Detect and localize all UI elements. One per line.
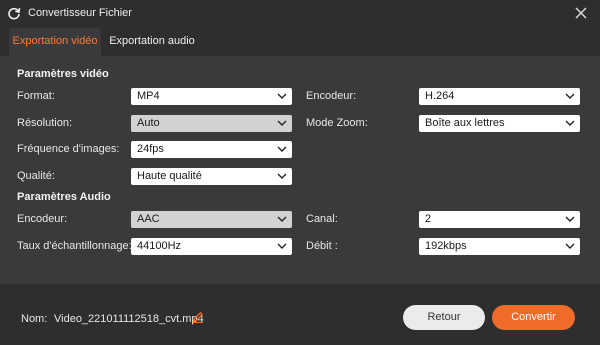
samplerate-value: 44100Hz — [137, 240, 182, 252]
file-name-label: Nom: — [21, 313, 48, 325]
audio-encoder-label: Encodeur: — [17, 213, 68, 225]
app-refresh-icon — [8, 7, 21, 20]
file-name: Video_221011112518_cvt.mp4 — [54, 313, 204, 325]
quality-select[interactable]: Haute qualité — [131, 168, 292, 185]
audio-encoder-select[interactable]: AAC — [131, 211, 292, 228]
chevron-down-icon — [277, 216, 287, 222]
zoom-mode-label: Mode Zoom: — [306, 117, 368, 129]
channel-select[interactable]: 2 — [419, 211, 580, 228]
footer-bar: Nom: Video_221011112518_cvt.mp4 Retour C… — [0, 284, 600, 345]
resolution-label: Résolution: — [17, 117, 73, 129]
converter-window: Convertisseur Fichier Exportation vidéo … — [0, 0, 600, 345]
quality-value: Haute qualité — [137, 170, 202, 182]
chevron-down-icon — [277, 173, 287, 179]
chevron-down-icon — [565, 243, 575, 249]
video-encoder-label: Encodeur: — [306, 90, 357, 102]
tab-bar: Exportation vidéo Exportation audio — [0, 28, 600, 56]
resolution-select[interactable]: Auto — [131, 115, 292, 132]
chevron-down-icon — [277, 120, 287, 126]
video-encoder-select[interactable]: H.264 — [419, 88, 580, 105]
quality-label: Qualité: — [17, 170, 55, 182]
title-bar: Convertisseur Fichier — [0, 0, 600, 28]
close-icon[interactable] — [572, 4, 590, 22]
audio-encoder-value: AAC — [137, 213, 160, 225]
back-button[interactable]: Retour — [403, 305, 485, 330]
framerate-value: 24fps — [137, 143, 164, 155]
convert-button[interactable]: Convertir — [492, 305, 575, 330]
window-title: Convertisseur Fichier — [28, 7, 132, 19]
tab-audio-export[interactable]: Exportation audio — [104, 28, 200, 56]
framerate-select[interactable]: 24fps — [131, 141, 292, 158]
chevron-down-icon — [277, 93, 287, 99]
format-select[interactable]: MP4 — [131, 88, 292, 105]
edit-pencil-icon[interactable] — [192, 311, 204, 323]
framerate-label: Fréquence d'images: — [17, 143, 120, 155]
resolution-value: Auto — [137, 117, 160, 129]
audio-settings-heading: Paramètres Audio — [17, 191, 111, 203]
zoom-mode-select[interactable]: Boîte aux lettres — [419, 115, 580, 132]
zoom-mode-value: Boîte aux lettres — [425, 117, 505, 129]
video-encoder-value: H.264 — [425, 90, 455, 102]
channel-value: 2 — [425, 213, 432, 225]
chevron-down-icon — [565, 216, 575, 222]
bitrate-label: Débit : — [306, 240, 338, 252]
bitrate-select[interactable]: 192kbps — [419, 238, 580, 255]
chevron-down-icon — [565, 93, 575, 99]
channel-label: Canal: — [306, 213, 338, 225]
tab-video-export[interactable]: Exportation vidéo — [9, 28, 101, 56]
samplerate-select[interactable]: 44100Hz — [131, 238, 292, 255]
video-settings-heading: Paramètres vidéo — [17, 68, 109, 80]
chevron-down-icon — [565, 120, 575, 126]
chevron-down-icon — [277, 146, 287, 152]
format-label: Format: — [17, 90, 55, 102]
format-value: MP4 — [137, 90, 160, 102]
samplerate-label: Taux d'échantillonnage: — [17, 240, 132, 252]
chevron-down-icon — [277, 243, 287, 249]
bitrate-value: 192kbps — [425, 240, 467, 252]
